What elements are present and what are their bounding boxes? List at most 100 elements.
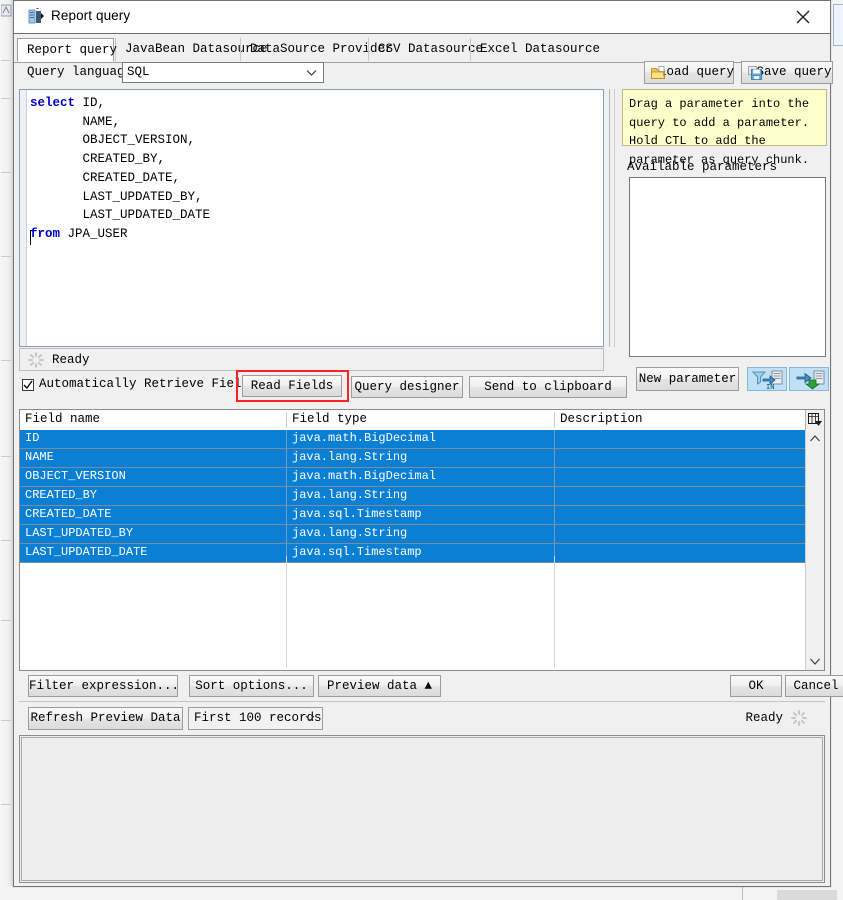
table-row[interactable]: OBJECT_VERSION java.math.BigDecimal <box>20 468 806 487</box>
send-to-clipboard-button[interactable]: Send to clipboard <box>469 376 627 398</box>
sql-keyword-select: select <box>30 96 76 110</box>
background-app-icon <box>1 4 12 17</box>
refresh-preview-data-button[interactable]: Refresh Preview Data <box>28 707 183 730</box>
sql-line-0: ID, <box>75 96 106 110</box>
table-row[interactable]: CREATED_DATE java.sql.Timestamp <box>20 506 806 525</box>
ok-button[interactable]: OK <box>730 675 782 697</box>
fields-table-header: Field name Field type Description <box>20 410 824 431</box>
cell-description <box>555 544 806 562</box>
send-to-clipboard-label: Send to clipboard <box>484 380 612 394</box>
editor-status-text: Ready <box>52 353 90 367</box>
new-parameter-label: New parameter <box>638 372 737 386</box>
text-caret <box>30 230 31 245</box>
filter-parameters-in-button[interactable]: IN <box>747 367 787 391</box>
refresh-preview-data-label: Refresh Preview Data <box>30 711 181 725</box>
cancel-label: Cancel <box>793 679 839 693</box>
preview-data-inner <box>21 737 823 881</box>
tab-csv-datasource[interactable]: CSV Datasource <box>368 38 483 61</box>
cell-description <box>555 430 806 448</box>
svg-text:IN: IN <box>766 383 774 390</box>
preview-data-button[interactable]: Preview data ▲ <box>318 675 441 697</box>
table-row[interactable]: LAST_UPDATED_DATE java.sql.Timestamp <box>20 544 806 563</box>
table-row[interactable]: NAME java.lang.String <box>20 449 806 468</box>
panel-splitter[interactable] <box>605 89 619 347</box>
sql-line-4: CREATED_DATE, <box>30 170 181 185</box>
column-chooser-icon[interactable] <box>805 410 824 430</box>
cell-field-type: java.math.BigDecimal <box>292 469 437 483</box>
new-parameter-button[interactable]: New parameter <box>636 367 739 391</box>
cell-field-name: ID <box>25 431 40 445</box>
floppy-disk-icon <box>748 66 762 80</box>
read-fields-button[interactable]: Read Fields <box>242 375 342 397</box>
save-query-button[interactable]: Save query <box>741 61 833 84</box>
tab-datasource-provider[interactable]: DataSource Provider <box>240 38 393 61</box>
filter-expression-button[interactable]: Filter expression... <box>28 675 179 697</box>
sql-query-text: select ID, NAME, OBJECT_VERSION, CREATED… <box>30 94 210 244</box>
loading-spinner-icon <box>28 352 44 368</box>
tab-javabean-datasource[interactable]: JavaBean Datasource <box>115 38 268 61</box>
tab-report-query[interactable]: Report query <box>17 38 117 62</box>
cell-field-type: java.lang.String <box>292 526 408 540</box>
query-designer-button[interactable]: Query designer <box>351 376 463 398</box>
background-left-toolbar <box>0 0 14 900</box>
background-bottom-block <box>777 890 837 900</box>
cancel-button[interactable]: Cancel <box>785 675 843 697</box>
preview-status-text: Ready <box>745 711 783 725</box>
scroll-up-icon[interactable] <box>806 430 824 447</box>
editor-gutter <box>20 90 27 346</box>
cell-field-type: java.sql.Timestamp <box>292 507 422 521</box>
loading-spinner-icon <box>791 710 807 726</box>
preview-toolbar: Refresh Preview Data First 100 records R… <box>19 701 825 734</box>
close-icon[interactable] <box>786 5 820 29</box>
query-designer-label: Query designer <box>354 380 460 394</box>
cell-field-name: LAST_UPDATED_BY <box>25 526 134 540</box>
scroll-down-icon[interactable] <box>806 653 824 670</box>
available-parameters-label: Available parameters <box>627 160 778 174</box>
table-row[interactable]: LAST_UPDATED_BY java.lang.String <box>20 525 806 544</box>
datasource-tabs: Report query JavaBean Datasource DataSou… <box>14 38 830 63</box>
report-query-dialog: Report query Report query JavaBean Datas… <box>13 0 843 887</box>
auto-retrieve-fields-label: Automatically Retrieve Fields <box>39 377 257 391</box>
folder-open-icon <box>651 66 665 79</box>
filter-parameters-in-icon: IN <box>752 370 783 391</box>
cell-field-name: LAST_UPDATED_DATE <box>25 545 148 559</box>
sql-line-3: CREATED_BY, <box>30 152 166 167</box>
dialog-titlebar: Report query <box>14 1 830 34</box>
fields-table[interactable]: Field name Field type Description ID jav… <box>19 409 825 671</box>
column-header-field-name[interactable]: Field name <box>20 410 286 430</box>
table-row[interactable]: ID java.math.BigDecimal <box>20 430 806 449</box>
report-query-icon <box>28 8 45 25</box>
import-parameters-icon <box>796 370 825 390</box>
background-right-panel <box>833 4 843 46</box>
import-parameters-button[interactable] <box>789 367 829 391</box>
background-bottom-strip <box>0 886 843 900</box>
preview-data-area[interactable] <box>19 735 825 883</box>
sql-query-editor[interactable]: select ID, NAME, OBJECT_VERSION, CREATED… <box>19 89 604 347</box>
cell-description <box>555 468 806 486</box>
query-language-label: Query language <box>27 65 133 79</box>
query-language-select[interactable]: SQL <box>122 62 324 83</box>
record-count-value: First 100 records <box>194 711 322 725</box>
fields-table-scrollbar[interactable] <box>805 430 824 670</box>
sql-line-6: LAST_UPDATED_DATE <box>30 208 211 223</box>
column-header-description[interactable]: Description <box>555 410 806 430</box>
cell-field-name: CREATED_DATE <box>25 507 112 521</box>
sort-options-button[interactable]: Sort options... <box>189 675 314 697</box>
editor-status-bar: Ready <box>19 348 604 371</box>
auto-retrieve-fields-checkbox[interactable] <box>22 379 34 391</box>
table-row[interactable]: CREATED_BY java.lang.String <box>20 487 806 506</box>
cell-field-type: java.sql.Timestamp <box>292 545 422 559</box>
fields-table-body: ID java.math.BigDecimal NAME java.lang.S… <box>20 430 806 668</box>
record-count-select[interactable]: First 100 records <box>188 707 323 730</box>
load-query-button[interactable]: Load query <box>644 61 734 84</box>
background-bottom-divider <box>742 886 743 900</box>
available-parameters-list[interactable] <box>629 177 826 357</box>
sql-line-7: JPA_USER <box>60 226 128 241</box>
background-right-strip <box>831 0 843 900</box>
cell-description <box>555 449 806 467</box>
parameters-hint: Drag a parameter into the query to add a… <box>622 89 827 167</box>
column-header-field-type[interactable]: Field type <box>287 410 554 430</box>
cell-description <box>555 506 806 524</box>
cell-field-type: java.math.BigDecimal <box>292 431 437 445</box>
tab-excel-datasource[interactable]: Excel Datasource <box>470 38 600 61</box>
